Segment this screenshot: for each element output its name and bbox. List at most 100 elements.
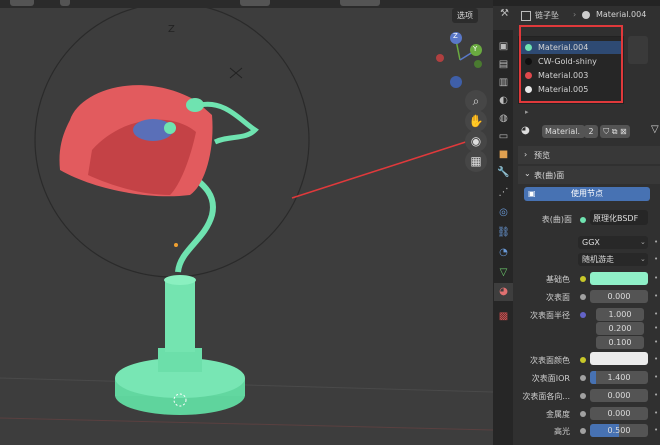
- animate-dot[interactable]: •: [654, 409, 658, 417]
- animate-dot[interactable]: •: [654, 274, 658, 282]
- lamp-stem: [165, 280, 195, 352]
- chevron-down-icon: ⌄: [640, 238, 646, 246]
- distribution-dropdown[interactable]: GGX: [578, 236, 648, 249]
- constraints-tab-icon[interactable]: ⛓: [497, 226, 510, 239]
- list-expand-icon[interactable]: ▸: [525, 108, 529, 116]
- metallic-field[interactable]: 0.000: [590, 407, 648, 420]
- camera-icon[interactable]: ◉: [465, 130, 487, 152]
- surface-section-label: 表(曲)面: [534, 171, 565, 180]
- particles-tab-icon[interactable]: ⋰: [497, 186, 510, 199]
- grid-icon[interactable]: ▦: [465, 150, 487, 172]
- animate-dot[interactable]: •: [654, 324, 658, 332]
- annotation-highlight-box: [519, 25, 623, 103]
- socket-value: [580, 411, 586, 417]
- header-button[interactable]: [340, 0, 380, 6]
- distribution-value: GGX: [582, 238, 600, 247]
- options-button[interactable]: 选项: [452, 8, 478, 23]
- pin-icon[interactable]: ▽: [651, 124, 659, 135]
- lamp-stem-top: [164, 275, 196, 285]
- property-label: 基础色: [546, 275, 570, 284]
- animate-dot[interactable]: •: [654, 238, 658, 246]
- socket-color: [580, 357, 586, 363]
- slider-fill: [590, 371, 596, 384]
- header-button[interactable]: [10, 0, 34, 6]
- surface-label: 表(曲)面: [541, 215, 572, 224]
- socket-color: [580, 276, 586, 282]
- socket-value: [580, 393, 586, 399]
- nav-gizmo-z-label: Z: [453, 32, 458, 40]
- viewport-canvas[interactable]: [0, 0, 493, 445]
- subsurface-radius-x[interactable]: 1.000: [596, 308, 644, 321]
- socket-vector: [580, 312, 586, 318]
- object-data-tab-icon[interactable]: ◔: [497, 246, 510, 259]
- property-label: 金属度: [546, 410, 570, 419]
- subsurface-color-swatch[interactable]: [590, 352, 648, 365]
- subsurface-method-dropdown[interactable]: 随机游走: [578, 253, 648, 266]
- subsurface-field[interactable]: 0.000: [590, 290, 648, 303]
- object-tab-icon[interactable]: ■: [497, 148, 510, 161]
- property-label: 次表面: [546, 293, 570, 302]
- nav-gizmo-neg-z[interactable]: [450, 76, 462, 88]
- surface-shader-value: 原理化BSDF: [593, 214, 639, 223]
- subsurface-radius-z[interactable]: 0.100: [596, 336, 644, 349]
- annotation-arrow-line: [291, 137, 479, 199]
- property-label: 次表面IOR: [531, 374, 570, 383]
- animate-dot[interactable]: •: [654, 310, 658, 318]
- socket-value: [580, 428, 586, 434]
- object-icon: [521, 11, 531, 21]
- material-browse-icon[interactable]: ◕: [521, 125, 530, 136]
- zoom-icon[interactable]: ⌕: [465, 90, 487, 112]
- header-button[interactable]: [60, 0, 70, 6]
- material-icon: [582, 11, 590, 19]
- modifier-tab-icon[interactable]: 🔧: [497, 166, 510, 179]
- material-user-count[interactable]: 2: [584, 125, 598, 138]
- chevron-down-icon: ⌄: [640, 255, 646, 263]
- use-nodes-button[interactable]: 使用节点: [524, 187, 650, 201]
- animate-dot[interactable]: •: [654, 426, 658, 434]
- animate-dot[interactable]: •: [654, 255, 658, 263]
- nav-gizmo-neg-x[interactable]: [436, 54, 444, 62]
- property-label: 次表面各向...: [522, 392, 570, 401]
- output-tab-icon[interactable]: ▤: [497, 58, 510, 71]
- subsurface-ior-field[interactable]: 1.400: [590, 371, 648, 384]
- lamp-hinge: [186, 98, 204, 112]
- animate-dot[interactable]: •: [654, 391, 658, 399]
- material-actions[interactable]: ⛉ ⧉ ⊠: [600, 125, 630, 138]
- floor-grid-line: [0, 377, 493, 393]
- animate-dot[interactable]: •: [654, 292, 658, 300]
- material-name-field[interactable]: Material.: [542, 125, 585, 138]
- 3d-viewport[interactable]: Z Y Z 选项 ⌕ ✋ ◉ ▦: [0, 0, 493, 445]
- x-axis-line: [0, 417, 493, 431]
- collection-tab-icon[interactable]: ▭: [497, 130, 510, 143]
- specular-value: 0.500: [607, 426, 631, 435]
- rotate-gizmo-z-letter: Z: [168, 24, 175, 35]
- breadcrumb-material[interactable]: Material.004: [596, 10, 646, 19]
- subsurface-anisotropy-field[interactable]: 0.000: [590, 389, 648, 402]
- property-label: 次表面颜色: [530, 356, 570, 365]
- breadcrumb-separator: ›: [573, 10, 577, 19]
- socket-value: [580, 294, 586, 300]
- object-origin: [174, 243, 178, 247]
- breadcrumb-object[interactable]: 链子坠: [535, 10, 559, 21]
- property-label: 次表面半径: [530, 311, 570, 320]
- tools-icon[interactable]: ⚒: [500, 8, 509, 19]
- lamp-socket: [164, 122, 176, 134]
- scene-tab-icon[interactable]: ◐: [497, 94, 510, 107]
- animate-dot[interactable]: •: [654, 338, 658, 346]
- nav-gizmo-neg-y[interactable]: [474, 60, 482, 68]
- hand-pan-icon[interactable]: ✋: [465, 110, 487, 132]
- render-tab-icon[interactable]: ▣: [497, 40, 510, 53]
- view-layer-tab-icon[interactable]: ▥: [497, 76, 510, 89]
- socket-value: [580, 375, 586, 381]
- slot-side-buttons[interactable]: [628, 36, 648, 64]
- shader-socket: [580, 217, 586, 223]
- use-nodes-label: 使用节点: [571, 189, 603, 198]
- specular-field[interactable]: 0.500: [590, 424, 648, 437]
- animate-dot[interactable]: •: [654, 373, 658, 381]
- subsurface-radius-y[interactable]: 0.200: [596, 322, 644, 335]
- world-tab-icon[interactable]: ◍: [497, 112, 510, 125]
- animate-dot[interactable]: •: [654, 355, 658, 363]
- base-color-swatch[interactable]: [590, 272, 648, 285]
- header-button[interactable]: [240, 0, 270, 6]
- subsurface-method-value: 随机游走: [582, 255, 614, 264]
